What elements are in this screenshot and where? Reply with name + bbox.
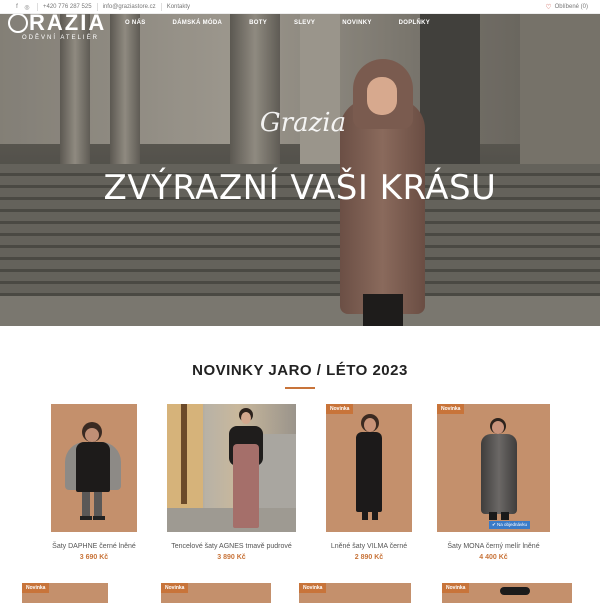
product-card[interactable]: Novinka ✔ Na objednávku Šaty MONA černý … — [437, 404, 550, 561]
product-card[interactable]: Novinka — [299, 583, 411, 603]
new-badge: Novinka — [326, 404, 354, 414]
divider — [37, 3, 38, 11]
product-price: 4 400 Kč — [479, 554, 508, 561]
product-price: 3 690 Kč — [79, 554, 109, 561]
new-badge: Novinka — [437, 404, 465, 414]
new-badge: Novinka — [442, 583, 470, 593]
product-image[interactable]: Novinka — [22, 583, 108, 603]
product-card[interactable]: Novinka — [161, 583, 271, 603]
stock-badge: ✔ Na objednávku — [489, 521, 531, 529]
site-logo[interactable]: RAZIA ODĚVNÍ ATELIÉR — [8, 10, 106, 41]
favorites-label: Oblíbené (0) — [554, 4, 588, 10]
new-badge: Novinka — [299, 583, 327, 593]
product-card[interactable]: Tencelové šaty AGNES tmavě pudrové 3 890… — [167, 404, 296, 561]
product-image[interactable]: Novinka ✔ Na objednávku — [437, 404, 550, 532]
nav-item-boty[interactable]: BOTY — [249, 20, 267, 26]
hero-script-text: Grazia — [259, 108, 347, 138]
facebook-icon[interactable]: f — [12, 4, 22, 10]
divider — [96, 3, 98, 11]
logo-g-icon — [8, 13, 28, 33]
nav-item-slevy[interactable]: SLEVY — [294, 20, 315, 26]
product-image[interactable]: Novinka — [442, 583, 572, 603]
product-name[interactable]: Šaty DAPHNE černé lněné — [51, 542, 137, 552]
section-title: NOVINKY JARO / LÉTO 2023 — [192, 362, 408, 379]
product-image[interactable]: Novinka — [161, 583, 271, 603]
product-card[interactable]: Novinka — [22, 583, 108, 603]
product-card[interactable]: Šaty DAPHNE černé lněné 3 690 Kč — [51, 404, 137, 561]
product-price: 2 890 Kč — [354, 554, 384, 561]
hero-tagline: ZVÝRAZNÍ VAŠI KRÁSU — [103, 168, 497, 208]
email-link[interactable]: info@graziastore.cz — [103, 4, 156, 10]
nav-item-damska-moda[interactable]: DÁMSKÁ MÓDA — [173, 20, 223, 26]
product-price: 3 890 Kč — [217, 554, 246, 561]
favorites-link[interactable]: ♡ Oblíbené (0) — [545, 3, 588, 11]
product-name[interactable]: Lněné šaty VILMA černé — [326, 542, 412, 552]
heart-icon: ♡ — [545, 4, 552, 11]
nav-item-o-nas[interactable]: O NÁS — [125, 20, 146, 26]
new-badge: Novinka — [22, 583, 50, 593]
new-badge: Novinka — [161, 583, 189, 593]
instagram-icon[interactable]: ◎ — [22, 4, 32, 11]
product-card[interactable]: Novinka — [442, 583, 572, 603]
product-image[interactable]: Novinka — [326, 404, 412, 532]
top-bar: f ◎ +420 776 287 525 info@graziastore.cz… — [0, 0, 600, 14]
divider — [160, 3, 162, 11]
product-image[interactable] — [51, 404, 137, 532]
product-name[interactable]: Tencelové šaty AGNES tmavě pudrové — [167, 542, 296, 552]
product-image[interactable] — [167, 404, 296, 532]
phone-link[interactable]: +420 776 287 525 — [43, 4, 92, 10]
nav-item-novinky[interactable]: NOVINKY — [342, 20, 371, 26]
product-image[interactable]: Novinka — [299, 583, 411, 603]
product-name[interactable]: Šaty MONA černý melír lněné — [437, 542, 550, 552]
main-nav: O NÁS DÁMSKÁ MÓDA BOTY SLEVY NOVINKY DOP… — [125, 20, 430, 26]
contacts-link[interactable]: Kontakty — [167, 4, 190, 10]
title-underline — [285, 387, 315, 389]
product-card[interactable]: Novinka Lněné šaty VILMA černé 2 890 Kč — [326, 404, 412, 561]
nav-item-doplnky[interactable]: DOPLŇKY — [399, 20, 430, 26]
